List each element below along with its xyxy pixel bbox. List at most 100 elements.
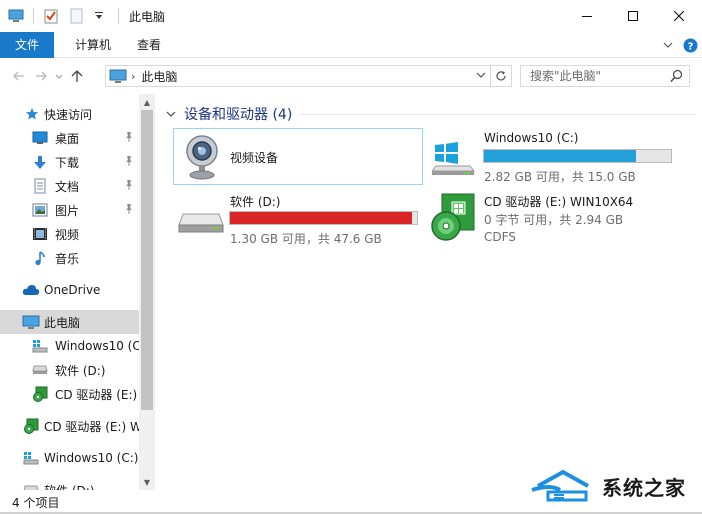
sidebar-item-label: 文档 [55, 179, 80, 194]
chevron-down-icon [166, 111, 176, 117]
device-name: 软件 (D:) [230, 195, 281, 209]
windows-drive-icon [22, 450, 40, 466]
device-name: 视频设备 [230, 151, 279, 165]
minimize-icon [582, 16, 592, 17]
drive-file-system: CDFS [484, 230, 516, 244]
dvd-drive-icon [22, 418, 40, 434]
pin-icon[interactable] [124, 179, 134, 194]
sidebar-item-label: 视频 [55, 227, 80, 242]
sidebar-item-pictures[interactable]: 图片 [0, 198, 139, 222]
music-icon [31, 250, 49, 266]
search-box[interactable] [520, 65, 690, 87]
ribbon-tabs: 文件 计算机 查看 ? [0, 31, 702, 58]
group-header[interactable]: 设备和驱动器 (4) [166, 104, 292, 124]
drive-usage-fill [230, 212, 412, 224]
drive-usage-fill [484, 150, 636, 162]
up-button[interactable] [66, 65, 88, 87]
tab-view[interactable]: 查看 [124, 32, 174, 58]
pin-icon[interactable] [124, 155, 134, 170]
sidebar-item-documents[interactable]: 文档 [0, 174, 139, 198]
sidebar-item-onedrive[interactable]: OneDrive [0, 278, 139, 302]
computer-icon [22, 314, 40, 330]
content-pane: 设备和驱动器 (4) 视频设备 Windows10 (C:) 2.82 GB 可… [160, 94, 702, 490]
desktop-icon [31, 130, 49, 146]
breadcrumb-separator-icon[interactable]: › [131, 70, 135, 83]
group-title: 设备和驱动器 (4) [184, 107, 293, 123]
video-icon [31, 226, 49, 242]
tab-computer[interactable]: 计算机 [62, 32, 124, 58]
document-icon [31, 178, 49, 194]
sidebar-item-videos[interactable]: 视频 [0, 222, 139, 246]
computer-icon[interactable] [7, 8, 25, 24]
pin-icon[interactable] [124, 131, 134, 146]
webcam-icon [184, 133, 220, 184]
up-arrow-icon [71, 69, 83, 82]
tab-file[interactable]: 文件 [0, 31, 54, 58]
close-icon [674, 11, 684, 21]
device-name: Windows10 (C:) [484, 131, 579, 145]
search-icon[interactable] [670, 69, 683, 86]
forward-arrow-icon [36, 71, 47, 81]
sidebar-item-label: 桌面 [55, 131, 80, 146]
navigation-pane: 快速访问 桌面 下载 文档 图片 视频 音乐 OneDrive 此电脑 Wind… [0, 94, 155, 490]
address-dropdown-button[interactable] [476, 68, 486, 85]
sidebar-item-drive-d[interactable]: 软件 (D:) [0, 358, 139, 382]
new-folder-icon[interactable] [68, 8, 86, 24]
chevron-down-icon [476, 72, 486, 78]
forward-button[interactable] [30, 65, 52, 87]
sidebar-item-quick-access[interactable]: 快速访问 [0, 102, 139, 126]
customize-dropdown-icon[interactable] [94, 8, 104, 24]
window-controls [564, 0, 702, 32]
sidebar-item-windows-root[interactable]: Windows10 (C:) [0, 446, 139, 470]
device-tile-drive-e[interactable]: CD 驱动器 (E:) WIN10X64 0 字节 可用，共 2.94 GB C… [430, 190, 690, 247]
sidebar-item-drive-e[interactable]: CD 驱动器 (E:) WIN10X64 [0, 382, 139, 406]
sidebar-item-desktop[interactable]: 桌面 [0, 126, 139, 150]
window-title: 此电脑 [129, 9, 166, 24]
computer-icon [109, 69, 127, 84]
dvd-drive-icon [31, 386, 49, 402]
address-bar[interactable]: › 此电脑 [105, 65, 491, 87]
chevron-down-icon [55, 74, 63, 79]
device-tile-video[interactable]: 视频设备 [173, 128, 423, 185]
sidebar-item-label: 音乐 [55, 251, 80, 266]
device-name: CD 驱动器 (E:) WIN10X64 [484, 195, 634, 209]
recent-locations-button[interactable] [52, 65, 66, 87]
sidebar-item-software-root[interactable]: 软件 (D:) [0, 478, 139, 490]
item-count: 4 个项目 [12, 495, 60, 510]
drive-usage-bar [229, 211, 418, 225]
help-icon[interactable]: ? [683, 38, 698, 53]
search-input[interactable] [530, 69, 670, 83]
sidebar-item-cd-root[interactable]: CD 驱动器 (E:) WIN10X64 [0, 414, 139, 438]
sidebar-item-this-pc[interactable]: 此电脑 [0, 310, 139, 334]
group-divider [300, 114, 696, 115]
sidebar-item-label: 此电脑 [44, 315, 81, 330]
pin-icon[interactable] [124, 203, 134, 218]
device-tile-drive-c[interactable]: Windows10 (C:) 2.82 GB 可用，共 15.0 GB [430, 128, 690, 185]
sidebar-item-label: 软件 (D:) [44, 482, 94, 491]
picture-icon [31, 202, 49, 218]
sidebar-item-drive-c[interactable]: Windows10 (C:) [0, 334, 139, 358]
refresh-button[interactable] [490, 65, 512, 87]
properties-icon[interactable] [42, 8, 60, 24]
sidebar-item-label: 图片 [55, 203, 80, 218]
star-icon [24, 106, 40, 122]
sidebar-item-music[interactable]: 音乐 [0, 246, 139, 270]
maximize-button[interactable] [610, 0, 656, 32]
scrollbar-thumb[interactable] [141, 110, 153, 410]
scroll-up-arrow-icon[interactable]: ▲ [139, 94, 155, 110]
expand-ribbon-icon[interactable] [663, 42, 673, 49]
drive-free-space: 2.82 GB 可用，共 15.0 GB [484, 170, 636, 184]
close-button[interactable] [656, 0, 702, 32]
sidebar-scrollbar[interactable]: ▲ ▼ [139, 94, 155, 490]
device-tile-drive-d[interactable]: 软件 (D:) 1.30 GB 可用，共 47.6 GB [173, 190, 423, 247]
breadcrumb-this-pc[interactable]: 此电脑 [141, 68, 177, 85]
minimize-button[interactable] [564, 0, 610, 32]
hard-drive-icon [22, 482, 40, 490]
refresh-icon [495, 71, 506, 81]
sidebar-item-downloads[interactable]: 下载 [0, 150, 139, 174]
back-button[interactable] [8, 65, 30, 87]
navigation-bar: › 此电脑 [0, 59, 702, 93]
scroll-down-arrow-icon[interactable]: ▼ [139, 474, 155, 490]
sidebar-item-label: 软件 (D:) [55, 363, 106, 378]
windows-drive-icon [430, 142, 476, 179]
